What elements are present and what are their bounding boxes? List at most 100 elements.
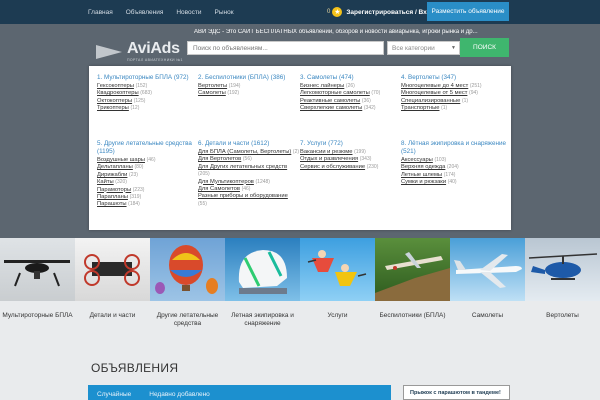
subcategory-link[interactable]: Для Вертолетов (56) <box>198 156 300 163</box>
tile-label[interactable]: Беспилотники (БПЛА) <box>375 301 450 355</box>
star-icon: ★ <box>332 7 343 17</box>
logo-subtitle: ПОРТАЛ АВИАТЕХНИКИ №1 <box>127 58 183 62</box>
category-column: 8. Лётная экипировка и снаряжение (521) … <box>401 140 506 187</box>
category-heading[interactable]: 6. Детали и части (1612) <box>198 140 300 148</box>
subcategory-link[interactable]: Сервис и обслуживание (230) <box>300 164 400 171</box>
subcategory-link[interactable]: Транспортные (1) <box>401 105 506 112</box>
subcategory-link[interactable]: Летные шлемы (174) <box>401 172 506 179</box>
tab-recent[interactable]: Недавно добавлено <box>140 391 219 400</box>
subcategory-count: (1248) <box>255 178 270 185</box>
helmet-icon <box>238 250 287 294</box>
category-heading[interactable]: 7. Услуги (772) <box>300 140 400 148</box>
subcategory-link[interactable]: Гексокоптеры (152) <box>97 83 192 90</box>
subcategory-label: Парашюты <box>97 201 127 208</box>
tile-uav-image[interactable] <box>375 238 450 301</box>
subcategory-label: Реактивные самолеты <box>300 97 361 104</box>
search-button[interactable]: ПОИСК <box>460 38 509 57</box>
subcategory-count: (2) <box>292 149 300 155</box>
subcategory-link[interactable]: Бизнес лайнеры (26) <box>300 83 400 90</box>
subcategory-link[interactable]: Октокоптеры (125) <box>97 98 192 105</box>
tile-flight-gear-image[interactable] <box>225 238 300 301</box>
tile-planes-image[interactable] <box>450 238 525 301</box>
logo[interactable]: AviAds ПОРТАЛ АВИАТЕХНИКИ №1 <box>93 40 183 66</box>
subcategory-link[interactable]: Сумки и рюкзаки (40) <box>401 179 506 186</box>
post-ad-button[interactable]: Разместить объявление <box>427 2 509 21</box>
subcategory-link[interactable]: Парашюты (184) <box>97 201 197 208</box>
subcategory-link[interactable]: Реактивные самолеты (36) <box>300 98 400 105</box>
tile-helicopters-image[interactable] <box>525 238 600 301</box>
category-heading[interactable]: 2. Беспилотники (БПЛА) (386) <box>198 74 298 82</box>
subcategory-link[interactable]: Аксессуары (103) <box>401 157 506 164</box>
subcategory-count: (56) <box>242 156 252 163</box>
register-login-link[interactable]: Зарегистрироваться / Вход <box>346 9 434 16</box>
subcategory-link[interactable]: Сверхлегкие самолеты (342) <box>300 105 400 112</box>
subcategory-link[interactable]: Парапланы (319) <box>97 194 197 201</box>
subcategory-link[interactable]: Воздушные шары (46) <box>97 157 197 164</box>
category-column: 1. Мультироторные БПЛА (972) Гексокоптер… <box>97 74 192 113</box>
category-heading[interactable]: 4. Вертолеты (347) <box>401 74 506 82</box>
subcategory-count: (683) <box>140 90 152 97</box>
subcategory-link[interactable]: Вакансии и резюме (199) <box>300 149 400 156</box>
tab-random[interactable]: Случайные <box>88 391 140 400</box>
subcategory-link[interactable]: Разные приборы и оборудование <box>198 193 300 200</box>
tile-label[interactable]: Другие летательные средства <box>150 301 225 355</box>
chevron-down-icon: ▼ <box>451 45 456 51</box>
tile-label[interactable]: Мультироторные БПЛА <box>0 301 75 355</box>
subcategory-link[interactable]: Для Самолетов (46) <box>198 186 300 193</box>
subcategory-link[interactable]: Для Мультикоптеров (1248) <box>198 179 300 186</box>
tile-label[interactable]: Самолеты <box>450 301 525 355</box>
tile-multirotor-image[interactable] <box>0 238 75 301</box>
category-select[interactable]: Все категории ▼ <box>387 41 460 55</box>
subcategory-count: (319) <box>129 194 142 201</box>
subcategory-count: (23) <box>129 171 138 178</box>
subcategory-label: Для Самолетов <box>198 186 240 193</box>
tile-label[interactable]: Детали и части <box>75 301 150 355</box>
subcategory-link[interactable]: Специализированные (1) <box>401 98 506 105</box>
subcategory-count: (184) <box>128 201 140 208</box>
subcategory-count: (223) <box>132 186 145 193</box>
subcategory-link[interactable]: Многоцелевые от 5 мест (94) <box>401 90 506 97</box>
subcategory-link[interactable]: Для БПЛА (Самолеты, Вертолеты) (2) <box>198 149 300 156</box>
subcategory-link[interactable]: Вертолеты (194) <box>198 83 298 90</box>
subcategory-count: (230) <box>366 163 379 170</box>
nav-ads[interactable]: Объявления <box>126 9 164 16</box>
subcategory-link[interactable]: Самолеты (192) <box>198 90 298 97</box>
nav-home[interactable]: Главная <box>88 9 113 16</box>
subcategory-label: Для БПЛА (Самолеты, Вертолеты) <box>198 149 292 155</box>
subcategory-count: (26) <box>345 83 355 89</box>
promo-banner[interactable]: Прыжок с парашютом в тандеме! <box>403 385 510 400</box>
subcategory-count: (204) <box>447 164 459 171</box>
nav-market[interactable]: Рынок <box>215 9 234 16</box>
subcategory-count: (251) <box>469 83 482 89</box>
subcategory-link[interactable]: Кайты (320) <box>97 179 197 186</box>
subcategory-link[interactable]: Легкомоторные самолеты (70) <box>300 90 400 97</box>
category-heading[interactable]: 5. Другие летательные средства (1195) <box>97 140 197 156</box>
site-tagline: АВИ ЭДС - Это САЙТ БЕСПЛАТНЫХ объявлений… <box>194 29 478 35</box>
tile-label[interactable]: Вертолеты <box>525 301 600 355</box>
subcategory-link[interactable]: Парамоторы (223) <box>97 187 197 194</box>
nav-news[interactable]: Новости <box>176 9 201 16</box>
subcategory-label: Транспортные <box>401 105 440 112</box>
category-column: 5. Другие летательные средства (1195) Во… <box>97 140 197 209</box>
tile-other-aircraft-image[interactable] <box>150 238 225 301</box>
subcategory-link[interactable]: Квадрокоптеры (683) <box>97 90 192 97</box>
category-heading[interactable]: 1. Мультироторные БПЛА (972) <box>97 74 192 82</box>
tile-label[interactable]: Летная экипировка и снаряжение <box>225 301 300 355</box>
tile-services-image[interactable] <box>300 238 375 301</box>
category-heading[interactable]: 8. Лётная экипировка и снаряжение (521) <box>401 140 506 156</box>
tile-parts-image[interactable] <box>75 238 150 301</box>
subcategory-count: (36) <box>361 97 371 104</box>
subcategory-link[interactable]: Отдых и развлечения (343) <box>300 156 400 163</box>
subcategory-label: Отдых и развлечения <box>300 156 359 163</box>
subcategory-link[interactable]: Дельтапланы (80) <box>97 164 197 171</box>
subcategory-count: (192) <box>227 90 240 97</box>
subcategory-label: Парапланы <box>97 194 128 201</box>
subcategory-link[interactable]: Для Других летательных средств <box>198 164 300 171</box>
subcategory-link[interactable]: Верхняя одежда (204) <box>401 164 506 171</box>
category-heading[interactable]: 3. Самолеты (474) <box>300 74 400 82</box>
tile-label[interactable]: Услуги <box>300 301 375 355</box>
search-input[interactable] <box>187 41 384 55</box>
subcategory-link[interactable]: Трикоптеры (12) <box>97 105 192 112</box>
subcategory-link[interactable]: Многоцелевые до 4 мест (251) <box>401 83 506 90</box>
subcategory-count: (205) <box>198 171 210 178</box>
